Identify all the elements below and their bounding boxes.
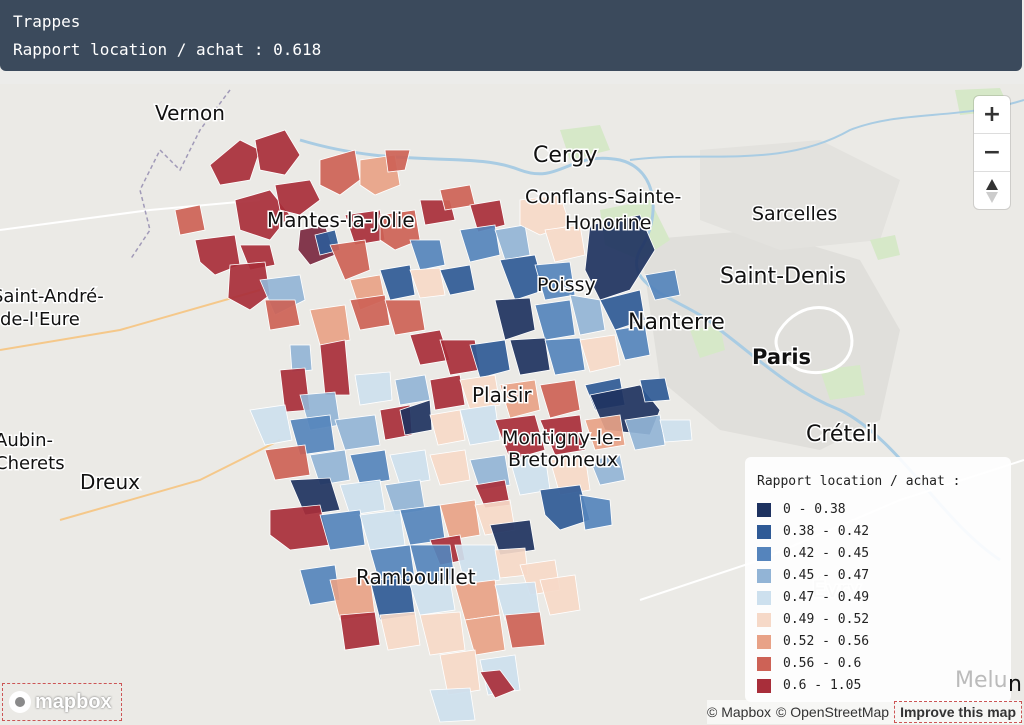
legend-label: 0.6 - 1.05: [783, 678, 862, 693]
info-city: Trappes: [13, 12, 81, 31]
plus-icon: +: [982, 102, 1002, 127]
mapbox-logo[interactable]: mapbox: [2, 683, 122, 721]
legend-swatch: [757, 679, 771, 693]
commune-polygon[interactable]: [504, 611, 546, 649]
place-label: Vernon: [155, 101, 225, 125]
place-label: Montigny-le-: [502, 427, 620, 449]
commune-polygon[interactable]: [659, 419, 693, 443]
improve-map-link[interactable]: Improve this map: [894, 701, 1022, 723]
legend-swatch: [757, 503, 771, 517]
minus-icon: −: [982, 140, 1002, 165]
place-label: Saint-André-: [0, 286, 104, 307]
legend-label: 0 - 0.38: [783, 502, 846, 517]
info-panel: Trappes Rapport location / achat : 0.618: [0, 0, 1022, 71]
compass-icon: [986, 178, 998, 203]
place-label: Honorine: [565, 212, 651, 234]
mapbox-icon: [9, 691, 31, 713]
attrib-mapbox-link[interactable]: © Mapbox: [707, 704, 771, 720]
commune-polygon[interactable]: [264, 299, 301, 331]
place-label: Paris: [752, 345, 811, 369]
place-label-melun-n: n: [1008, 672, 1022, 697]
place-label: Bretonneux: [508, 449, 618, 471]
place-label: Rambouillet: [356, 565, 476, 589]
place-label: Plaisir: [472, 383, 532, 407]
commune-polygon[interactable]: [394, 374, 431, 406]
legend-swatch: [757, 635, 771, 649]
commune-polygon[interactable]: [439, 184, 476, 211]
legend-label: 0.52 - 0.56: [783, 634, 870, 649]
zoom-in-button[interactable]: +: [974, 96, 1010, 134]
legend-label: 0.42 - 0.45: [783, 546, 870, 561]
place-label: Sarcelles: [752, 203, 837, 225]
legend-title: Rapport location / achat :: [757, 474, 961, 489]
place-label: Dreux: [80, 470, 140, 494]
legend-swatch: [757, 657, 771, 671]
place-label: Mantes-la-Jolie: [267, 208, 415, 232]
place-label-melun: Melu: [955, 668, 1008, 693]
place-label: Conflans-Sainte-: [525, 186, 681, 208]
legend: Rapport location / achat : 0 - 0.38 0.38 …: [745, 457, 1011, 702]
legend-label: 0.45 - 0.47: [783, 568, 870, 583]
place-label: Nanterre: [628, 310, 725, 335]
legend-swatch: [757, 569, 771, 583]
attrib-osm-link[interactable]: © OpenStreetMap: [776, 704, 889, 720]
legend-swatch: [757, 525, 771, 539]
place-label: Aubin-: [0, 430, 53, 451]
place-label: Poissy: [537, 274, 596, 296]
place-label: Créteil: [806, 422, 878, 447]
zoom-out-button[interactable]: −: [974, 134, 1010, 172]
commune-polygon[interactable]: [579, 494, 613, 531]
compass-button[interactable]: [974, 172, 1010, 209]
mapbox-logo-text: mapbox: [35, 690, 112, 713]
place-label: Saint-Denis: [720, 264, 846, 289]
place-label: de-l'Eure: [0, 309, 80, 330]
info-ratio: Rapport location / achat : 0.618: [13, 40, 322, 59]
place-label: Cherets: [0, 453, 65, 474]
commune-polygon[interactable]: [174, 204, 206, 236]
legend-label: 0.38 - 0.42: [783, 524, 870, 539]
legend-label: 0.49 - 0.52: [783, 612, 870, 627]
place-label: Cergy: [533, 143, 598, 168]
legend-swatch: [757, 591, 771, 605]
commune-polygon[interactable]: [354, 371, 393, 406]
zoom-control: + −: [974, 96, 1010, 209]
commune-polygon[interactable]: [639, 377, 671, 403]
legend-label: 0.47 - 0.49: [783, 590, 870, 605]
attribution: © Mapbox © OpenStreetMap Improve this ma…: [707, 700, 1022, 724]
commune-polygon[interactable]: [319, 339, 351, 396]
commune-polygon[interactable]: [339, 611, 381, 651]
legend-swatch: [757, 547, 771, 561]
legend-swatch: [757, 613, 771, 627]
legend-label: 0.56 - 0.6: [783, 656, 862, 671]
